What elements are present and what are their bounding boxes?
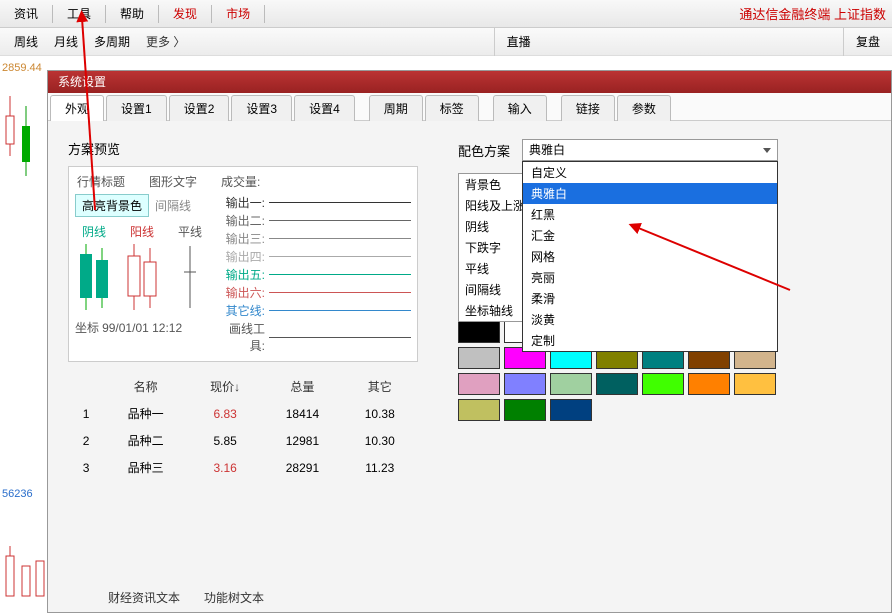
scheme-option[interactable]: 亮丽 xyxy=(523,267,777,288)
output-line xyxy=(269,337,411,338)
color-swatch[interactable] xyxy=(504,373,546,395)
dialog-title: 系统设置 xyxy=(48,71,891,93)
candle-yang-icon xyxy=(125,242,159,312)
menu-help[interactable]: 帮助 xyxy=(106,0,158,28)
tab-6[interactable]: 标签 xyxy=(425,95,479,121)
output-line xyxy=(269,292,411,293)
color-swatch[interactable] xyxy=(458,373,500,395)
menu-info[interactable]: 资讯 xyxy=(0,0,52,28)
bottom-text-b: 功能树文本 xyxy=(204,589,264,606)
table-row: 1品种一6.831841410.38 xyxy=(70,401,416,426)
color-swatch[interactable] xyxy=(458,321,500,343)
candle-flat-icon xyxy=(181,242,199,312)
scheme-option[interactable]: 网格 xyxy=(523,246,777,267)
period-month[interactable]: 月线 xyxy=(46,28,86,56)
col-header: 总量 xyxy=(263,374,341,399)
col-header: 名称 xyxy=(104,374,187,399)
table-row: 2品种二5.851298110.30 xyxy=(70,428,416,453)
color-swatch[interactable] xyxy=(688,373,730,395)
scheme-dropdown: 自定义典雅白红黑汇金网格亮丽柔滑淡黄定制 xyxy=(522,161,778,352)
volume-label: 56236 xyxy=(2,488,33,500)
chart-background: 2859.44 56236 xyxy=(0,56,47,613)
settings-dialog: 系统设置 外观设置1设置2设置3设置4 周期标签输入链接参数 方案预览 行情标题 … xyxy=(47,70,892,613)
price-label: 2859.44 xyxy=(2,62,42,74)
coord-value: 99/01/01 12:12 xyxy=(102,321,182,335)
cand-yin-lbl: 阴线 xyxy=(75,223,113,240)
output-line xyxy=(269,274,411,275)
scheme-label: 配色方案 xyxy=(458,141,510,160)
tab-8[interactable]: 链接 xyxy=(561,95,615,121)
color-swatch[interactable] xyxy=(550,373,592,395)
scheme-option[interactable]: 自定义 xyxy=(523,162,777,183)
interval-label: 间隔线 xyxy=(155,197,191,214)
scheme-selected: 典雅白 xyxy=(529,140,565,160)
pv-h2: 图形文字 xyxy=(149,173,197,190)
bottom-text-a: 财经资讯文本 xyxy=(108,589,180,606)
color-swatch[interactable] xyxy=(642,373,684,395)
color-swatch[interactable] xyxy=(550,399,592,421)
output-line xyxy=(269,256,411,257)
preview-table: 名称现价↓总量其它 1品种一6.831841410.382品种二5.851298… xyxy=(68,372,418,482)
tab-0[interactable]: 外观 xyxy=(50,95,104,121)
title-right: 通达信金融终端 上证指数 xyxy=(739,4,892,23)
tab-5[interactable]: 周期 xyxy=(369,95,423,121)
pv-h3: 成交量: xyxy=(221,173,260,190)
output-name: 输出五: xyxy=(217,266,265,283)
btn-live[interactable]: 直播 xyxy=(494,28,543,56)
scheme-combo[interactable]: 典雅白 自定义典雅白红黑汇金网格亮丽柔滑淡黄定制 xyxy=(522,139,778,161)
dialog-tabs: 外观设置1设置2设置3设置4 周期标签输入链接参数 xyxy=(48,93,891,121)
pv-h1: 行情标题 xyxy=(77,173,125,190)
menu-discover[interactable]: 发现 xyxy=(159,0,211,28)
output-name: 输出二: xyxy=(217,212,265,229)
coord-label: 坐标 xyxy=(75,321,99,335)
scheme-option[interactable]: 淡黄 xyxy=(523,309,777,330)
highlight-chip: 高亮背景色 xyxy=(75,194,149,217)
candle-yin-icon xyxy=(77,242,111,312)
color-swatch[interactable] xyxy=(734,373,776,395)
tab-4[interactable]: 设置4 xyxy=(294,95,355,121)
col-header xyxy=(70,374,102,399)
tab-7[interactable]: 输入 xyxy=(493,95,547,121)
color-swatch[interactable] xyxy=(458,347,500,369)
scheme-option[interactable]: 柔滑 xyxy=(523,288,777,309)
preview-box: 行情标题 图形文字 成交量: 高亮背景色 间隔线 阴线 xyxy=(68,166,418,362)
output-line xyxy=(269,202,411,203)
period-multi[interactable]: 多周期 xyxy=(86,28,138,56)
color-swatch[interactable] xyxy=(458,399,500,421)
preview-title: 方案预览 xyxy=(68,139,418,158)
scheme-option[interactable]: 红黑 xyxy=(523,204,777,225)
menu-market[interactable]: 市场 xyxy=(212,0,264,28)
col-header: 其它 xyxy=(344,374,416,399)
cand-flat-lbl: 平线 xyxy=(171,223,209,240)
table-row: 3品种三3.162829111.23 xyxy=(70,455,416,480)
output-line xyxy=(269,220,411,221)
scheme-option[interactable]: 汇金 xyxy=(523,225,777,246)
output-line xyxy=(269,238,411,239)
tab-3[interactable]: 设置3 xyxy=(231,95,292,121)
btn-replay[interactable]: 复盘 xyxy=(843,28,892,56)
period-more[interactable]: 更多 〉 xyxy=(138,28,193,56)
tab-9[interactable]: 参数 xyxy=(617,95,671,121)
output-name: 画线工具: xyxy=(217,320,265,354)
output-name: 其它线: xyxy=(217,302,265,319)
period-week[interactable]: 周线 xyxy=(6,28,46,56)
output-line xyxy=(269,310,411,311)
menu-sep xyxy=(264,5,265,23)
tab-2[interactable]: 设置2 xyxy=(169,95,230,121)
color-swatch[interactable] xyxy=(596,373,638,395)
scheme-option[interactable]: 典雅白 xyxy=(523,183,777,204)
output-name: 输出一: xyxy=(217,194,265,211)
col-header: 现价↓ xyxy=(189,374,261,399)
chevron-down-icon xyxy=(763,148,771,153)
cand-yang-lbl: 阳线 xyxy=(123,223,161,240)
output-name: 输出四: xyxy=(217,248,265,265)
output-name: 输出六: xyxy=(217,284,265,301)
scheme-option[interactable]: 定制 xyxy=(523,330,777,351)
output-name: 输出三: xyxy=(217,230,265,247)
tab-1[interactable]: 设置1 xyxy=(106,95,167,121)
color-swatch[interactable] xyxy=(504,399,546,421)
menu-tools[interactable]: 工具 xyxy=(53,0,105,28)
